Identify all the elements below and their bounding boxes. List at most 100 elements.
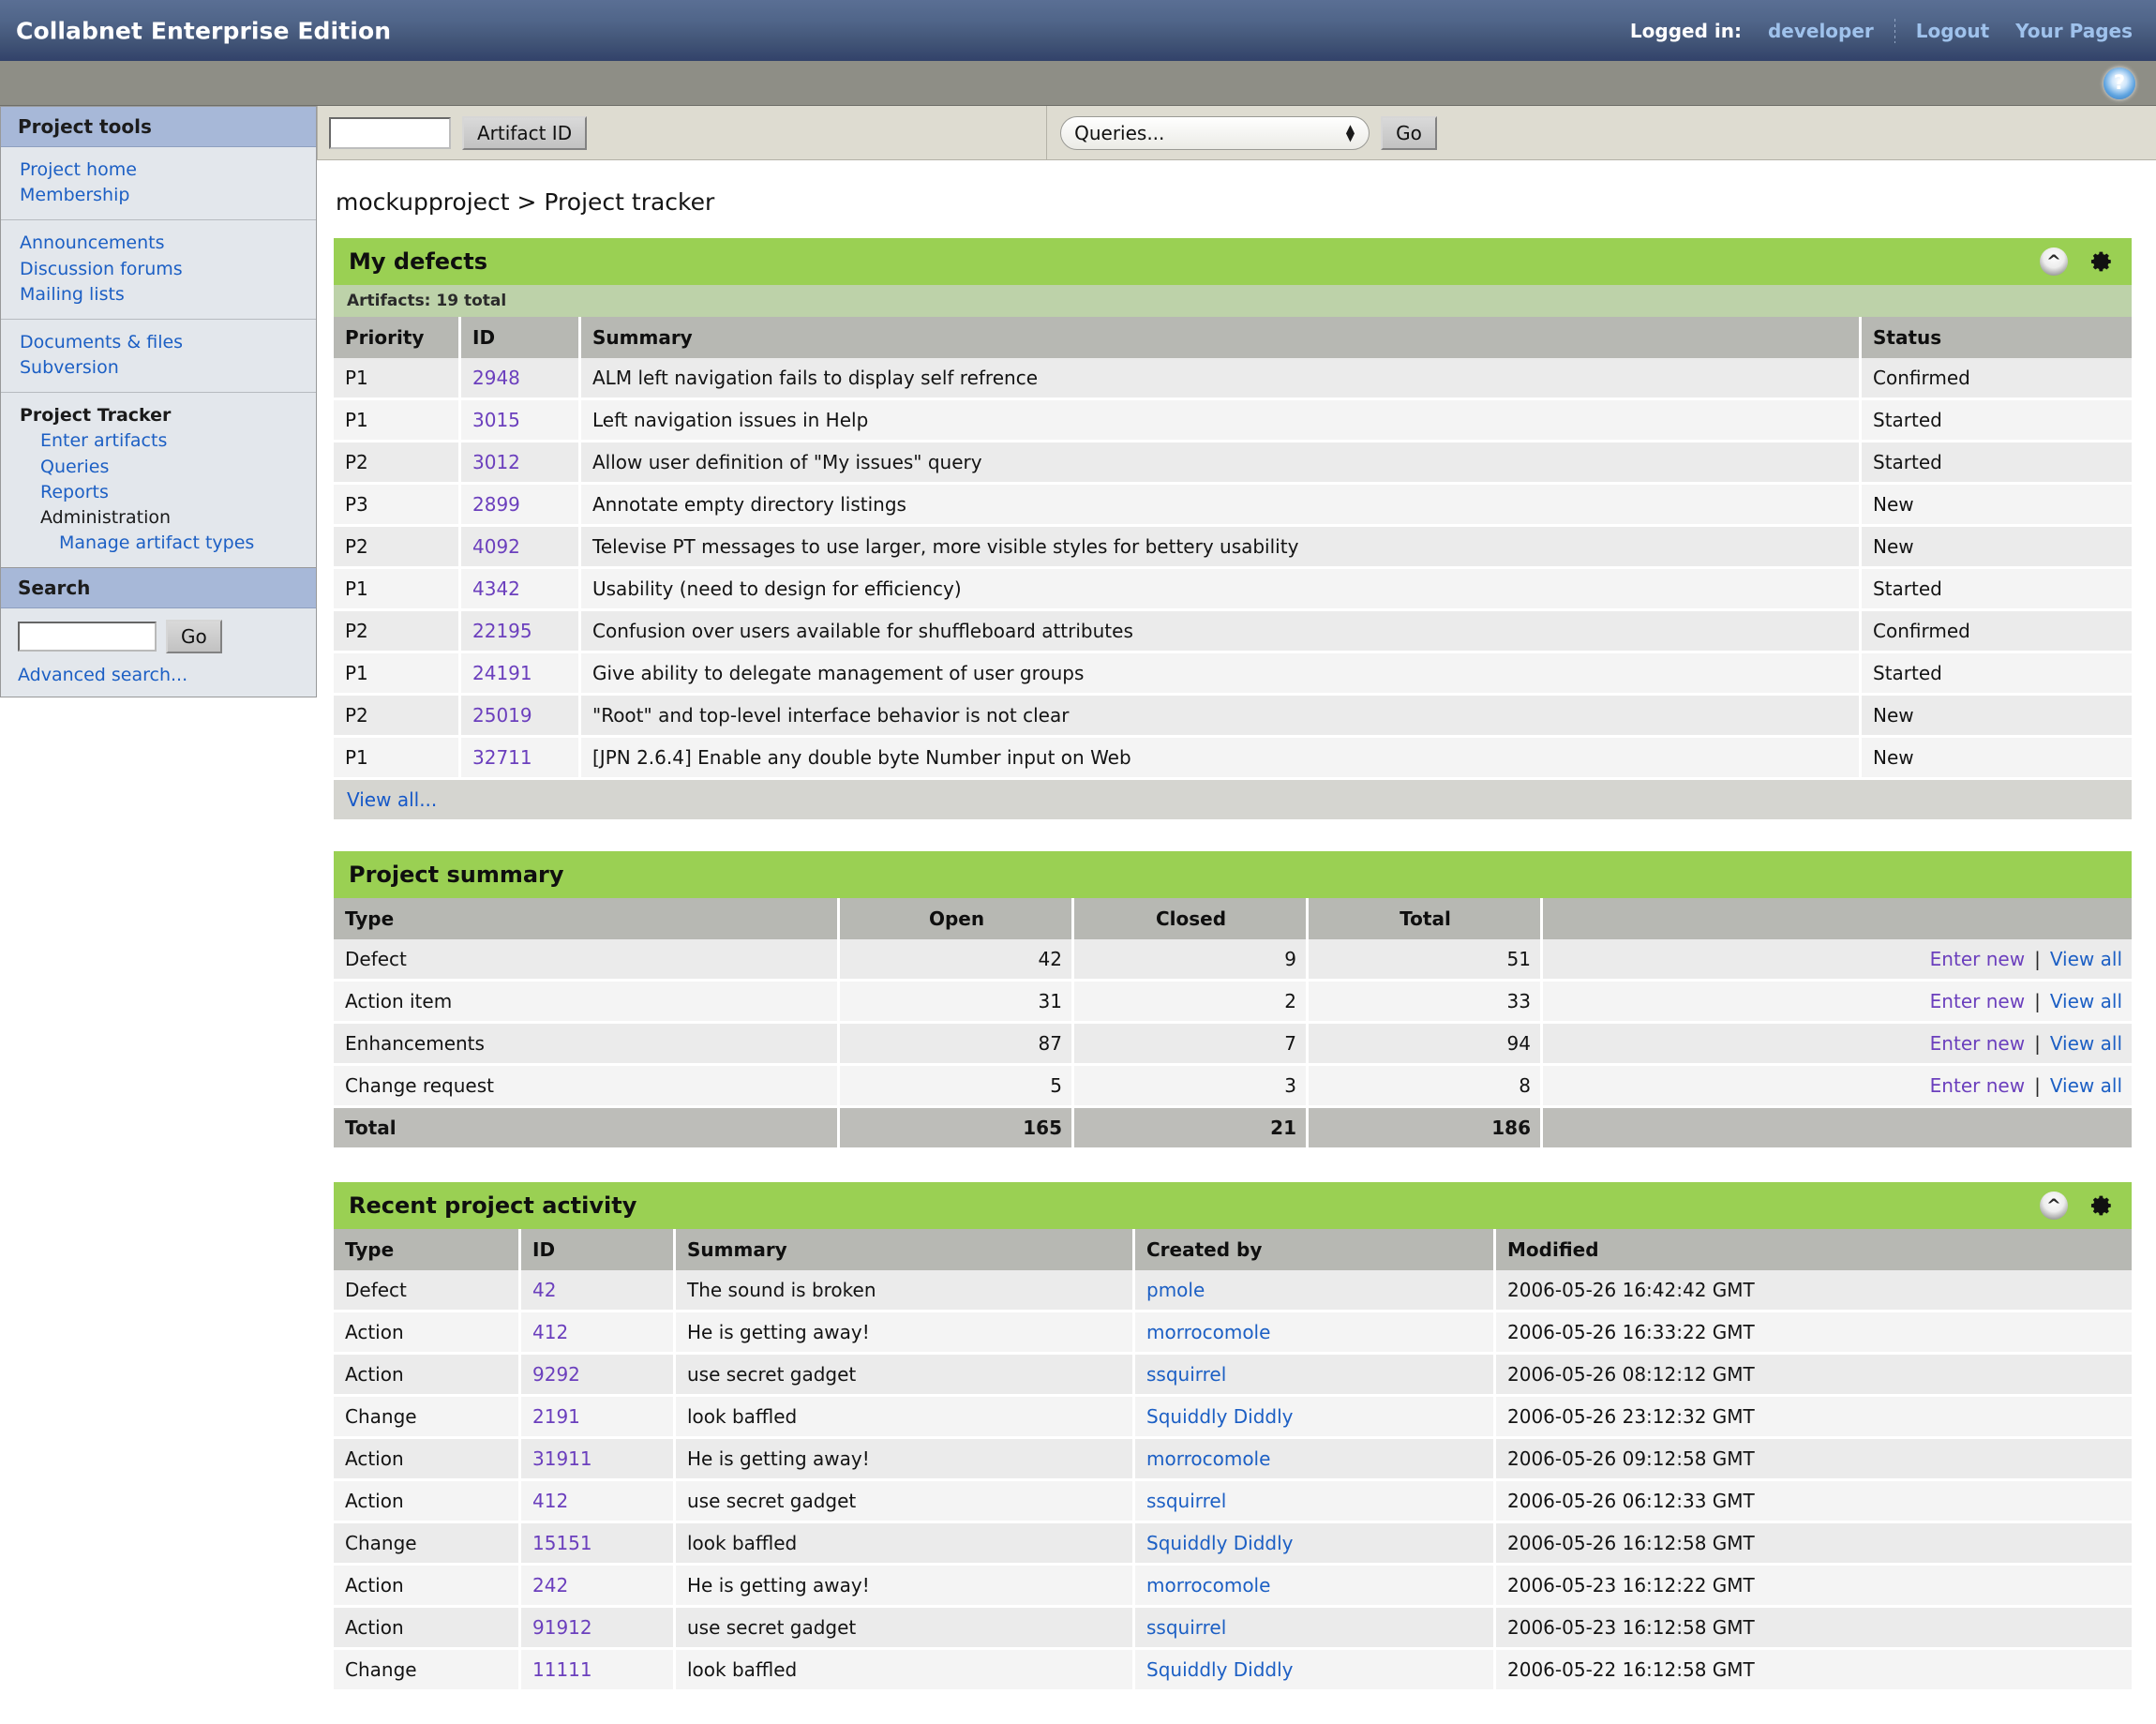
your-pages-link[interactable]: Your Pages: [2015, 20, 2133, 42]
user-link[interactable]: pmole: [1146, 1279, 1205, 1301]
column-header-total[interactable]: Total: [1309, 898, 1543, 939]
table-row[interactable]: Enhancements 87 7 94 Enter new | View all: [334, 1024, 2132, 1066]
collapse-up-icon[interactable]: ^: [2040, 1192, 2068, 1220]
table-row[interactable]: Action 9292 use secret gadget ssquirrel 2006…: [334, 1355, 2132, 1397]
sidebar-item-mailing-lists[interactable]: Mailing lists: [1, 282, 316, 307]
column-header-id[interactable]: ID: [461, 317, 581, 358]
artifact-id-link[interactable]: 242: [532, 1574, 568, 1597]
table-row[interactable]: Action 412 He is getting away! morrocomole 2…: [334, 1312, 2132, 1355]
enter-new-link[interactable]: Enter new: [1930, 948, 2025, 970]
column-header-created-by[interactable]: Created by: [1135, 1229, 1496, 1270]
artifact-id-link[interactable]: 91912: [532, 1616, 592, 1639]
view-all-link[interactable]: View all...: [347, 788, 437, 811]
user-link[interactable]: Squiddly Diddly: [1146, 1658, 1294, 1681]
help-icon[interactable]: ?: [2104, 67, 2135, 99]
artifact-id-link[interactable]: 15151: [532, 1532, 592, 1554]
advanced-search-link[interactable]: Advanced search...: [18, 665, 187, 685]
table-row[interactable]: P2 25019 "Root" and top-level interface be…: [334, 696, 2132, 738]
current-user-link[interactable]: developer: [1768, 20, 1874, 42]
table-row[interactable]: P1 32711 [JPN 2.6.4] Enable any double byt…: [334, 738, 2132, 780]
table-row[interactable]: Change request 5 3 8 Enter new | View all: [334, 1066, 2132, 1108]
artifact-id-link[interactable]: 42: [532, 1279, 556, 1301]
user-link[interactable]: Squiddly Diddly: [1146, 1532, 1294, 1554]
search-go-button[interactable]: Go: [166, 620, 222, 654]
gear-icon[interactable]: [2089, 1192, 2115, 1219]
artifact-id-link[interactable]: 2191: [532, 1405, 580, 1428]
sidebar-item-documents-files[interactable]: Documents & files: [1, 330, 316, 355]
artifact-id-link[interactable]: 22195: [472, 620, 532, 642]
artifact-id-link[interactable]: 11111: [532, 1658, 592, 1681]
sidebar-item-announcements[interactable]: Announcements: [1, 231, 316, 256]
table-row[interactable]: Change 11111 look baffled Squiddly Diddly 20…: [334, 1650, 2132, 1692]
table-row[interactable]: Defect 42 9 51 Enter new | View all: [334, 939, 2132, 982]
queries-go-button[interactable]: Go: [1381, 115, 1437, 150]
column-header-priority[interactable]: Priority: [334, 317, 461, 358]
column-header-summary[interactable]: Summary: [676, 1229, 1135, 1270]
sidebar-item-discussion-forums[interactable]: Discussion forums: [1, 257, 316, 282]
sidebar-item-subversion[interactable]: Subversion: [1, 355, 316, 381]
column-header-summary[interactable]: Summary: [581, 317, 1862, 358]
user-link[interactable]: morrocomole: [1146, 1321, 1270, 1343]
sidebar-item-membership[interactable]: Membership: [1, 183, 316, 208]
artifact-id-link[interactable]: 412: [532, 1490, 568, 1512]
artifact-id-link[interactable]: 32711: [472, 746, 532, 769]
table-row[interactable]: P1 2948 ALM left navigation fails to displ…: [334, 358, 2132, 400]
column-header-type[interactable]: Type: [334, 1229, 521, 1270]
artifact-id-link[interactable]: 412: [532, 1321, 568, 1343]
search-input[interactable]: [18, 622, 157, 652]
logout-link[interactable]: Logout: [1916, 20, 1989, 42]
artifact-id-link[interactable]: 4342: [472, 577, 520, 600]
artifact-id-link[interactable]: 3012: [472, 451, 520, 473]
artifact-id-link[interactable]: 9292: [532, 1363, 580, 1386]
column-header-closed[interactable]: Closed: [1074, 898, 1309, 939]
view-all-link[interactable]: View all: [2050, 1032, 2122, 1055]
user-link[interactable]: Squiddly Diddly: [1146, 1405, 1294, 1428]
column-header-status[interactable]: Status: [1862, 317, 2132, 358]
sidebar-item-reports[interactable]: Reports: [1, 480, 316, 505]
artifact-id-link[interactable]: 24191: [472, 662, 532, 684]
table-row[interactable]: Change 2191 look baffled Squiddly Diddly 200…: [334, 1397, 2132, 1439]
table-row[interactable]: Action 31911 He is getting away! morrocomol…: [334, 1439, 2132, 1481]
table-row[interactable]: Change 15151 look baffled Squiddly Diddly 20…: [334, 1523, 2132, 1566]
table-row[interactable]: P1 3015 Left navigation issues in Help Star…: [334, 400, 2132, 442]
user-link[interactable]: morrocomole: [1146, 1447, 1270, 1470]
artifact-id-link[interactable]: 31911: [532, 1447, 592, 1470]
column-header-modified[interactable]: Modified: [1496, 1229, 2132, 1270]
enter-new-link[interactable]: Enter new: [1930, 1074, 2025, 1097]
table-row[interactable]: P2 4092 Televise PT messages to use larger…: [334, 527, 2132, 569]
table-row[interactable]: P2 3012 Allow user definition of "My issue…: [334, 442, 2132, 485]
table-row[interactable]: P1 24191 Give ability to delegate manageme…: [334, 653, 2132, 696]
view-all-link[interactable]: View all: [2050, 1074, 2122, 1097]
artifact-id-link[interactable]: 3015: [472, 409, 520, 431]
table-row[interactable]: Action 242 He is getting away! morrocomole 2…: [334, 1566, 2132, 1608]
user-link[interactable]: ssquirrel: [1146, 1616, 1226, 1639]
table-row[interactable]: Defect 42 The sound is broken pmole 2006-05-…: [334, 1270, 2132, 1312]
artifact-id-link[interactable]: 2948: [472, 367, 520, 389]
table-row[interactable]: Action item 31 2 33 Enter new | View all: [334, 982, 2132, 1024]
sidebar-item-enter-artifacts[interactable]: Enter artifacts: [1, 428, 316, 454]
artifact-id-input[interactable]: [329, 116, 451, 149]
table-row[interactable]: P1 4342 Usability (need to design for effi…: [334, 569, 2132, 611]
artifact-id-button[interactable]: Artifact ID: [462, 115, 588, 150]
view-all-link[interactable]: View all: [2050, 948, 2122, 970]
artifact-id-link[interactable]: 2899: [472, 493, 520, 516]
column-header-id[interactable]: ID: [521, 1229, 676, 1270]
user-link[interactable]: ssquirrel: [1146, 1363, 1226, 1386]
table-row[interactable]: Action 91912 use secret gadget ssquirrel 200…: [334, 1608, 2132, 1650]
table-row[interactable]: Action 412 use secret gadget ssquirrel 2006-…: [334, 1481, 2132, 1523]
view-all-link[interactable]: View all: [2050, 990, 2122, 1012]
artifact-id-link[interactable]: 4092: [472, 535, 520, 558]
artifact-id-link[interactable]: 25019: [472, 704, 532, 727]
gear-icon[interactable]: [2089, 248, 2115, 275]
enter-new-link[interactable]: Enter new: [1930, 990, 2025, 1012]
user-link[interactable]: ssquirrel: [1146, 1490, 1226, 1512]
sidebar-item-manage-artifact-types[interactable]: Manage artifact types: [1, 531, 316, 556]
queries-select[interactable]: Queries...: [1060, 115, 1370, 150]
enter-new-link[interactable]: Enter new: [1930, 1032, 2025, 1055]
collapse-up-icon[interactable]: ^: [2040, 247, 2068, 276]
table-row[interactable]: P2 22195 Confusion over users available fo…: [334, 611, 2132, 653]
table-row[interactable]: P3 2899 Annotate empty directory listings N…: [334, 485, 2132, 527]
column-header-type[interactable]: Type: [334, 898, 840, 939]
sidebar-item-project-home[interactable]: Project home: [1, 157, 316, 183]
user-link[interactable]: morrocomole: [1146, 1574, 1270, 1597]
